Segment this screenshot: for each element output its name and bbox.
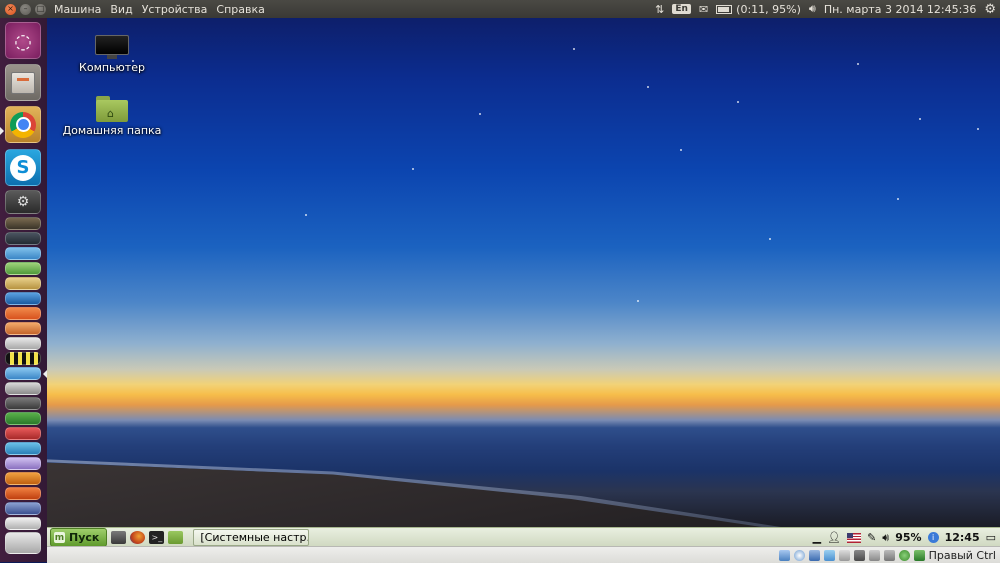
menu-view[interactable]: Вид	[110, 3, 132, 16]
launcher-stack-item[interactable]	[5, 232, 41, 245]
launcher-stack-item[interactable]	[5, 382, 41, 395]
ubuntu-logo-icon: ◌	[14, 28, 32, 53]
desktop-icon-computer[interactable]: Компьютер	[62, 35, 162, 74]
launcher-stack-item[interactable]	[5, 277, 41, 290]
minimize-window-button[interactable]: –	[20, 3, 31, 15]
launcher-stack-item[interactable]	[5, 457, 41, 470]
desktop-icon-label: Компьютер	[79, 61, 145, 74]
menu-machine[interactable]: Машина	[54, 3, 101, 16]
display-icon[interactable]	[838, 549, 850, 561]
launcher-stack-item[interactable]	[5, 532, 41, 554]
desktop-icon-label: Домашняя папка	[62, 124, 162, 137]
clock[interactable]: Пн. марта 3 2014 12:45:36	[824, 3, 977, 16]
host-key-icon[interactable]	[913, 549, 925, 561]
system-tray: ▁ 👤︎ ✎ 🔊︎ 95% i 12:45 ▭	[813, 528, 996, 547]
volume-icon[interactable]: 🔊︎	[809, 2, 816, 16]
tray-battery[interactable]: 95%	[895, 531, 921, 544]
shared-folders-icon[interactable]	[823, 549, 835, 561]
menu-help[interactable]: Справка	[216, 3, 264, 16]
tray-volume-icon[interactable]: 🔊︎	[882, 531, 889, 545]
launcher-stack-item[interactable]	[5, 502, 41, 515]
tray-battery-percent: 95%	[895, 531, 922, 544]
restore-window-button[interactable]: □	[35, 3, 46, 15]
mint-logo-icon: m	[54, 532, 65, 543]
mouse-integration-icon[interactable]	[898, 549, 910, 561]
start-menu-button[interactable]: m Пуск	[50, 528, 108, 547]
active-indicator-icon	[0, 127, 4, 135]
top-panel: × – □ Машина Вид Устройства Справка ⇅ En…	[0, 0, 1000, 18]
launcher-stack-item[interactable]	[5, 427, 41, 440]
desktop-icon-home[interactable]: ⌂ Домашняя папка	[62, 96, 162, 137]
folder-icon[interactable]	[168, 531, 184, 544]
skype-icon: S	[10, 154, 36, 181]
taskbar-window-label: [Системные настр...	[200, 531, 310, 544]
menu-devices[interactable]: Устройства	[142, 3, 208, 16]
launcher-stack-item[interactable]	[5, 292, 41, 305]
host-key-label: Правый Ctrl	[928, 548, 996, 562]
home-folder-icon: ⌂	[96, 96, 128, 122]
pen-icon[interactable]: ✎	[867, 531, 876, 544]
launcher-stack-item[interactable]	[5, 367, 41, 380]
file-cabinet-icon	[11, 71, 35, 94]
bottom-panel: m Пуск >_ [Системные настр... ▁ 👤︎ ✎ 🔊︎ …	[47, 527, 1000, 547]
launcher-chrome[interactable]	[5, 106, 41, 143]
close-window-button[interactable]: ×	[5, 3, 16, 15]
notification-icon[interactable]: ▭	[986, 531, 996, 544]
launcher-stack-item[interactable]	[5, 517, 41, 530]
launcher-stack-item[interactable]	[5, 412, 41, 425]
optical-drive-icon[interactable]	[793, 549, 805, 561]
update-icon[interactable]: i	[927, 532, 939, 543]
user-icon[interactable]: 👤︎	[827, 531, 841, 544]
gear-icon[interactable]: ⚙	[984, 2, 996, 17]
launcher-stack-item[interactable]	[5, 472, 41, 485]
usb-icon[interactable]	[808, 549, 820, 561]
steam-icon: ⚙	[16, 194, 30, 210]
network-icon[interactable]	[853, 549, 865, 561]
start-menu-label: Пуск	[69, 531, 100, 544]
battery-status: (0:11, 95%)	[736, 2, 801, 16]
us-flag-icon[interactable]	[847, 532, 862, 543]
chrome-icon	[10, 111, 36, 138]
network-transfer-icon[interactable]: ⇅	[655, 3, 664, 16]
firefox-icon[interactable]	[130, 531, 146, 544]
tray-clock[interactable]: 12:45	[945, 531, 980, 544]
launcher-stack-item[interactable]	[5, 397, 41, 410]
terminal-icon[interactable]: >_	[149, 531, 165, 544]
launcher-files[interactable]	[5, 64, 41, 101]
launcher-stack-item[interactable]	[5, 247, 41, 260]
launcher-stack-item[interactable]	[5, 307, 41, 320]
keyboard-layout-indicator[interactable]: En	[672, 4, 691, 14]
battery-indicator[interactable]: (0:11, 95%)	[716, 3, 801, 16]
show-desktop-icon[interactable]	[111, 531, 127, 544]
battery-icon	[716, 4, 733, 14]
launcher-stack-item[interactable]	[5, 487, 41, 500]
launcher-stack-item[interactable]	[5, 322, 41, 335]
launcher-ubuntu-dash[interactable]: ◌	[5, 22, 41, 59]
launcher-skype[interactable]: S	[5, 149, 41, 186]
launcher: ◌ S ⚙	[0, 18, 47, 562]
processor-icon[interactable]	[883, 549, 895, 561]
desktop-wallpaper[interactable]: Компьютер ⌂ Домашняя папка	[47, 18, 1000, 527]
tray-window-icon[interactable]: ▁	[813, 531, 821, 544]
taskbar-window-button[interactable]: [Системные настр...	[193, 529, 310, 546]
launcher-stack-item[interactable]	[5, 442, 41, 455]
video-capture-icon[interactable]	[868, 549, 880, 561]
monitor-icon	[95, 35, 129, 59]
hard-disk-icon[interactable]	[778, 549, 790, 561]
mail-icon[interactable]: ✉	[699, 3, 708, 16]
indicator-area: ⇅ En ✉ (0:11, 95%) 🔊︎ Пн. марта 3 2014 1…	[655, 0, 996, 18]
vbox-status-bar: Правый Ctrl	[47, 546, 1000, 563]
menu-bar: Машина Вид Устройства Справка	[54, 3, 265, 16]
launcher-stack-item[interactable]	[5, 262, 41, 275]
launcher-stack-item[interactable]	[5, 217, 41, 230]
launcher-steam[interactable]: ⚙	[5, 190, 41, 214]
launcher-stack-item[interactable]	[5, 337, 41, 350]
launcher-stack-item[interactable]	[5, 352, 41, 365]
